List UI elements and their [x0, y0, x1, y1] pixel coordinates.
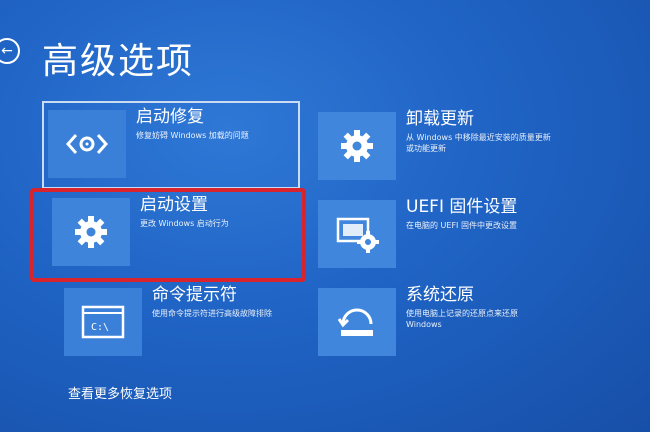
tile-command-prompt[interactable]: C:\ 命令提示符 使用命令提示符进行高级故障排除 — [64, 285, 304, 358]
terminal-icon: C:\ — [64, 288, 142, 356]
tile-description: 从 Windows 中移除最近安装的质量更新 — [406, 133, 551, 142]
tile-title: 卸载更新 — [406, 109, 474, 129]
tile-description: 修复妨碍 Windows 加载的问题 — [136, 131, 249, 140]
tile-uninstall-updates[interactable]: 卸载更新 从 Windows 中移除最近安装的质量更新 或功能更新 — [318, 109, 578, 184]
restore-icon — [318, 288, 396, 356]
tile-title: 命令提示符 — [152, 285, 237, 305]
tile-title: UEFI 固件设置 — [406, 197, 518, 217]
tile-description: 使用电脑上记录的还原点来还原 — [406, 309, 518, 318]
highlight-box — [30, 188, 306, 282]
code-brackets-icon — [48, 110, 126, 178]
tile-uefi-settings[interactable]: UEFI 固件设置 在电脑的 UEFI 固件中更改设置 — [318, 197, 578, 272]
page-title: 高级选项 — [42, 41, 195, 82]
tile-description: 在电脑的 UEFI 固件中更改设置 — [406, 221, 517, 230]
tile-startup-repair[interactable]: 启动修复 修复妨碍 Windows 加载的问题 — [48, 107, 300, 184]
tile-description-line2: Windows — [406, 320, 442, 329]
svg-text:C:\: C:\ — [91, 322, 109, 333]
tile-title: 启动修复 — [136, 107, 204, 127]
tile-description-line2: 或功能更新 — [406, 144, 446, 153]
more-recovery-options-link[interactable]: 查看更多恢复选项 — [68, 383, 172, 402]
tile-title: 系统还原 — [406, 285, 474, 305]
gear-icon — [318, 112, 396, 180]
back-arrow-icon: ← — [1, 43, 13, 59]
tile-description: 使用命令提示符进行高级故障排除 — [152, 309, 272, 318]
tile-system-restore[interactable]: 系统还原 使用电脑上记录的还原点来还原 Windows — [318, 285, 578, 360]
back-button[interactable]: ← — [0, 38, 20, 64]
firmware-icon — [318, 200, 396, 268]
